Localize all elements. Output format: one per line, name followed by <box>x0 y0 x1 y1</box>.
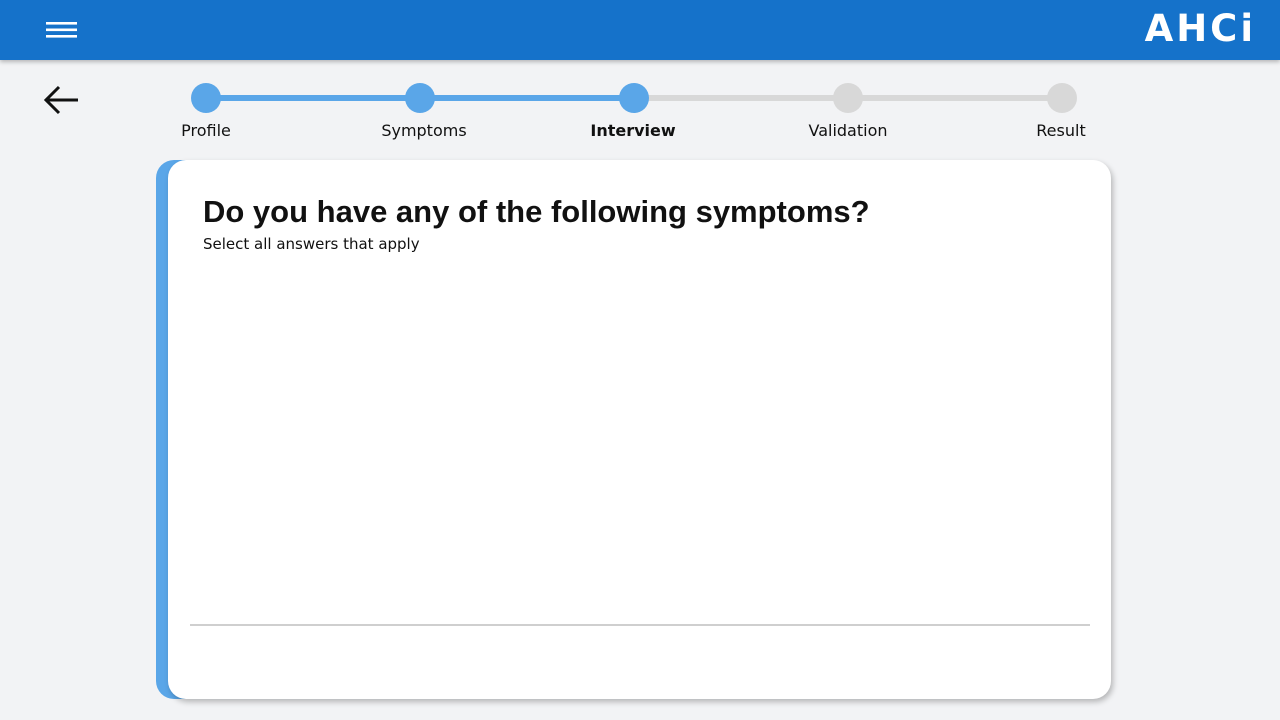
stepper-connector <box>420 95 634 101</box>
card-footer <box>190 626 1090 686</box>
step-label-validation: Validation <box>808 121 888 140</box>
stepper-connector <box>848 95 1062 101</box>
step-label-result: Result <box>1036 121 1086 140</box>
stepper-connector <box>206 95 420 101</box>
step-dot-interview[interactable] <box>619 83 649 113</box>
question-title: Do you have any of the following symptom… <box>203 194 870 229</box>
step-label-interview: Interview <box>590 121 676 140</box>
progress-stepper: Profile Symptoms Interview Validation Re… <box>0 0 1280 150</box>
step-label-symptoms: Symptoms <box>381 121 467 140</box>
answer-options-list <box>203 270 1083 610</box>
stepper-connector <box>634 95 848 101</box>
step-dot-result <box>1047 83 1077 113</box>
step-dot-validation <box>833 83 863 113</box>
question-card: Do you have any of the following symptom… <box>168 160 1111 699</box>
step-label-profile: Profile <box>181 121 231 140</box>
step-dot-profile[interactable] <box>191 83 221 113</box>
step-dot-symptoms[interactable] <box>405 83 435 113</box>
question-subtitle: Select all answers that apply <box>203 235 420 253</box>
